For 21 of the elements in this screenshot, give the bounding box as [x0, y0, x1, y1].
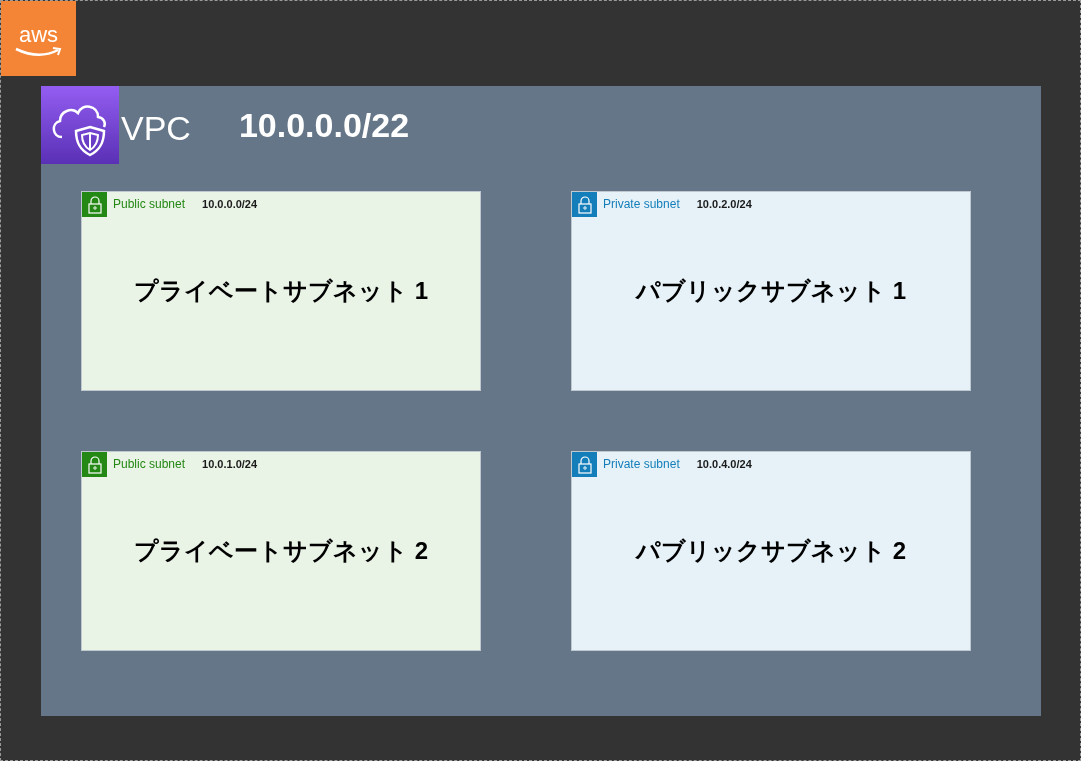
subnet-cidr: 10.0.2.0/24: [696, 197, 752, 213]
subnet-type-label: Public subnet: [113, 455, 186, 473]
subnet-type-label: Private subnet: [603, 195, 680, 213]
subnet-name: プライベートサブネット 1: [134, 276, 428, 306]
lock-icon: [82, 192, 107, 217]
lock-icon: [572, 452, 597, 477]
subnet-type-label: Public subnet: [113, 195, 186, 213]
subnet-cidr: 10.0.1.0/24: [202, 457, 258, 473]
subnet-name: パブリックサブネット 2: [636, 536, 906, 566]
logo-text: aws: [18, 23, 59, 46]
vpc-cidr: 10.0.0.0/22: [238, 104, 410, 146]
vpc-label: VPC: [121, 107, 191, 149]
lock-icon: [572, 192, 597, 217]
subnet-name: パブリックサブネット 1: [636, 276, 906, 306]
subnet-type-label: Private subnet: [603, 455, 680, 473]
lock-icon: [82, 452, 107, 477]
subnet-cidr: 10.0.0.0/24: [202, 197, 258, 213]
subnet-cidr: 10.0.4.0/24: [696, 457, 752, 473]
smile-icon: [13, 45, 64, 58]
subnet-name: プライベートサブネット 2: [134, 536, 428, 566]
vpc-icon: [41, 86, 119, 164]
